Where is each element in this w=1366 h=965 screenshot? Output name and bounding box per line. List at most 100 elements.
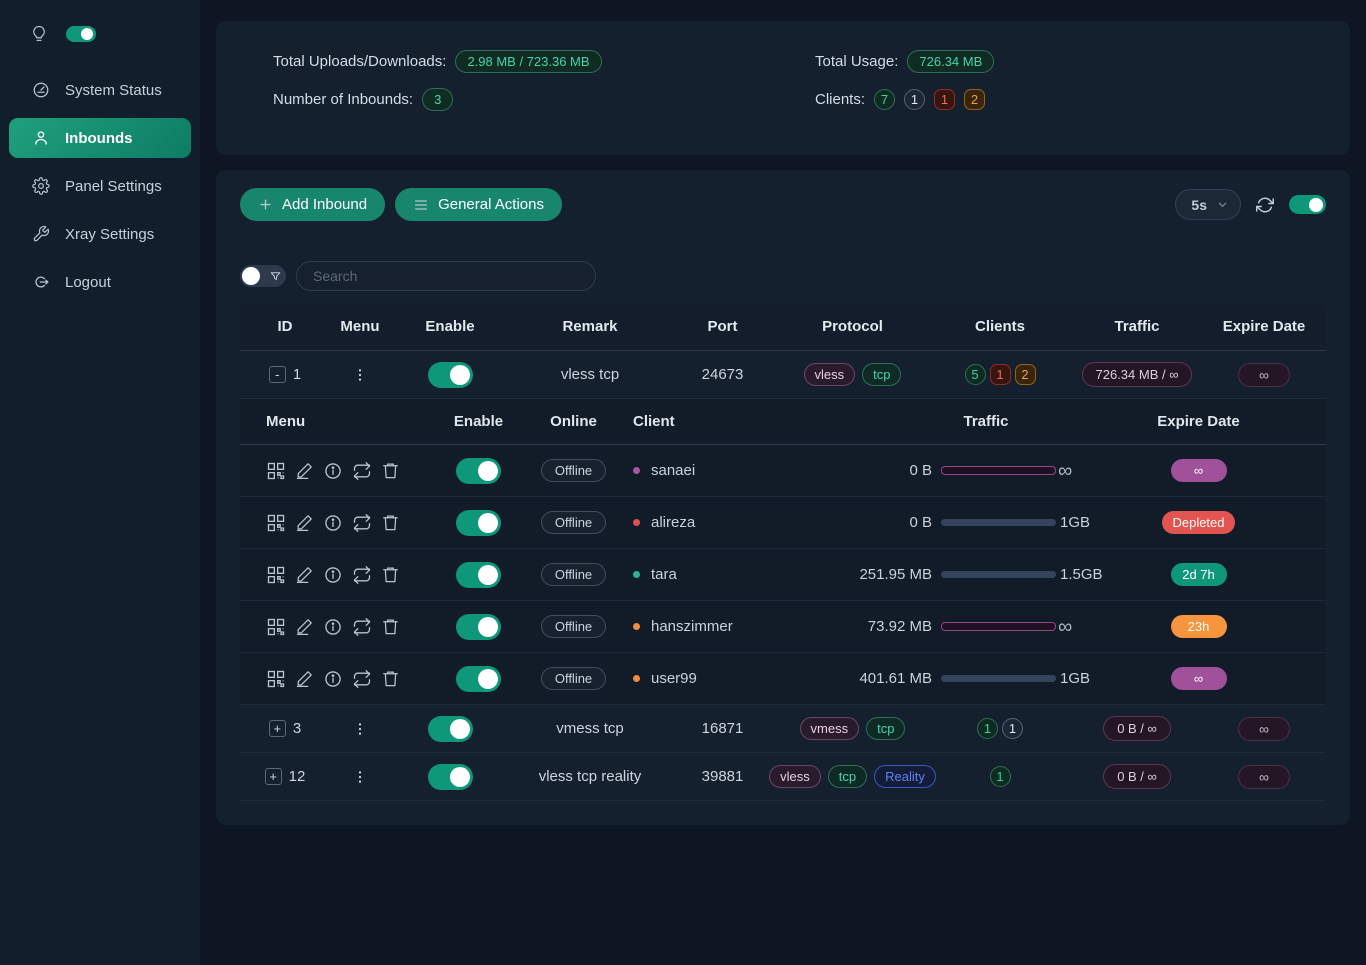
general-actions-label: General Actions bbox=[438, 196, 544, 213]
client-count-badge: 1 bbox=[904, 89, 925, 110]
inbound-remark: vless tcp bbox=[510, 366, 670, 383]
edit-icon[interactable] bbox=[295, 617, 314, 636]
auto-refresh-toggle[interactable] bbox=[1289, 195, 1326, 214]
inbounds-table: ID Menu Enable Remark Port Protocol Clie… bbox=[240, 303, 1326, 801]
expire-badge: ∞ bbox=[1238, 765, 1290, 789]
delete-icon[interactable] bbox=[381, 669, 400, 688]
client-count-badge: 1 bbox=[990, 364, 1011, 385]
col-header-port: Port bbox=[670, 318, 775, 335]
traffic-bar bbox=[941, 519, 1056, 526]
client-enable-toggle[interactable] bbox=[456, 458, 501, 484]
expand-button[interactable]: + bbox=[265, 768, 282, 785]
gauge-icon bbox=[32, 81, 50, 99]
info-icon[interactable] bbox=[323, 565, 343, 585]
info-icon[interactable] bbox=[323, 513, 343, 533]
edit-icon[interactable] bbox=[295, 565, 314, 584]
reset-traffic-icon[interactable] bbox=[352, 513, 372, 533]
subcol-expire: Expire Date bbox=[1151, 413, 1326, 430]
add-inbound-label: Add Inbound bbox=[282, 196, 367, 213]
traffic-limit: 1GB bbox=[1056, 670, 1090, 687]
stat-badge: 2.98 MB / 723.36 MB bbox=[455, 50, 601, 73]
client-enable-toggle[interactable] bbox=[456, 510, 501, 536]
reset-traffic-icon[interactable] bbox=[352, 461, 372, 481]
stat-inbounds: Number of Inbounds: 3 bbox=[273, 86, 815, 113]
reset-traffic-icon[interactable] bbox=[352, 617, 372, 637]
client-enable-toggle[interactable] bbox=[456, 666, 501, 692]
edit-icon[interactable] bbox=[295, 513, 314, 532]
general-actions-button[interactable]: General Actions bbox=[395, 188, 562, 221]
row-menu-button[interactable] bbox=[352, 769, 368, 785]
delete-icon[interactable] bbox=[381, 513, 400, 532]
sidebar-item-panel-settings[interactable]: Panel Settings bbox=[0, 162, 200, 210]
dark-mode-toggle[interactable] bbox=[66, 26, 96, 42]
row-menu-button[interactable] bbox=[352, 367, 368, 383]
qrcode-icon[interactable] bbox=[266, 565, 286, 585]
online-status-badge: Offline bbox=[541, 459, 606, 482]
client-name: tara bbox=[651, 566, 677, 583]
qrcode-icon[interactable] bbox=[266, 513, 286, 533]
info-icon[interactable] bbox=[323, 669, 343, 689]
table-header: ID Menu Enable Remark Port Protocol Clie… bbox=[240, 303, 1326, 351]
filter-toggle[interactable] bbox=[240, 265, 286, 287]
qrcode-icon[interactable] bbox=[266, 669, 286, 689]
delete-icon[interactable] bbox=[381, 565, 400, 584]
client-enable-toggle[interactable] bbox=[456, 562, 501, 588]
delete-icon[interactable] bbox=[381, 617, 400, 636]
app: System Status Inbounds Panel Settings Xr… bbox=[0, 0, 1366, 965]
client-dot bbox=[633, 571, 640, 578]
info-icon[interactable] bbox=[323, 617, 343, 637]
client-count-badge: 1 bbox=[1002, 718, 1023, 739]
qrcode-icon[interactable] bbox=[266, 617, 286, 637]
row-menu-button[interactable] bbox=[352, 721, 368, 737]
inbound-port: 16871 bbox=[670, 720, 775, 737]
client-expire-badge: ∞ bbox=[1171, 667, 1227, 690]
inbound-enable-toggle[interactable] bbox=[428, 764, 473, 790]
search-row bbox=[240, 261, 1326, 291]
collapse-button[interactable]: - bbox=[269, 366, 286, 383]
protocol-badge: tcp bbox=[828, 765, 867, 788]
traffic-badge: 726.34 MB / ∞ bbox=[1082, 362, 1193, 387]
reset-traffic-icon[interactable] bbox=[352, 669, 372, 689]
reset-traffic-icon[interactable] bbox=[352, 565, 372, 585]
col-header-menu: Menu bbox=[330, 318, 390, 335]
inbound-row-12: + 12 vless tcp reality 39881 vless tcp R… bbox=[240, 753, 1326, 801]
delete-icon[interactable] bbox=[381, 461, 400, 480]
info-icon[interactable] bbox=[323, 461, 343, 481]
refresh-interval-value: 5s bbox=[1191, 197, 1207, 213]
traffic-limit: 1.5GB bbox=[1056, 566, 1103, 583]
client-name: alireza bbox=[651, 514, 695, 531]
inbound-enable-toggle[interactable] bbox=[428, 362, 473, 388]
inbound-port: 24673 bbox=[670, 366, 775, 383]
col-header-protocol: Protocol bbox=[775, 318, 930, 335]
col-header-traffic: Traffic bbox=[1070, 318, 1204, 335]
expand-button[interactable]: + bbox=[269, 720, 286, 737]
qrcode-icon[interactable] bbox=[266, 461, 286, 481]
edit-icon[interactable] bbox=[295, 669, 314, 688]
toolbar-right: 5s bbox=[1175, 189, 1326, 220]
sidebar-item-xray-settings[interactable]: Xray Settings bbox=[0, 210, 200, 258]
stat-badge: 3 bbox=[422, 88, 453, 111]
search-input[interactable] bbox=[296, 261, 596, 291]
stat-clients: Clients: 7 1 1 2 bbox=[815, 86, 994, 113]
online-status-badge: Offline bbox=[541, 511, 606, 534]
sidebar-item-label: Xray Settings bbox=[65, 226, 154, 243]
sidebar-item-system-status[interactable]: System Status bbox=[0, 66, 200, 114]
menu-lines-icon bbox=[413, 197, 429, 213]
client-enable-toggle[interactable] bbox=[456, 614, 501, 640]
inbound-row-1: - 1 vless tcp 24673 vless tcp 5 1 2 bbox=[240, 351, 1326, 399]
protocol-badge: vless bbox=[804, 363, 856, 386]
refresh-icon[interactable] bbox=[1256, 196, 1274, 214]
add-inbound-button[interactable]: Add Inbound bbox=[240, 188, 385, 221]
inbound-enable-toggle[interactable] bbox=[428, 716, 473, 742]
stat-uploads: Total Uploads/Downloads: 2.98 MB / 723.3… bbox=[273, 48, 815, 75]
edit-icon[interactable] bbox=[295, 461, 314, 480]
sidebar-item-inbounds[interactable]: Inbounds bbox=[9, 118, 191, 158]
client-row-tara: Offline tara 251.95 MB 1.5GB 2d 7h bbox=[240, 549, 1326, 601]
sidebar-item-logout[interactable]: Logout bbox=[0, 258, 200, 306]
client-count-badge: 2 bbox=[964, 89, 985, 110]
client-row-user99: Offline user99 401.61 MB 1GB ∞ bbox=[240, 653, 1326, 705]
expire-badge: ∞ bbox=[1238, 363, 1290, 387]
refresh-interval-select[interactable]: 5s bbox=[1175, 189, 1241, 220]
client-dot bbox=[633, 467, 640, 474]
online-status-badge: Offline bbox=[541, 615, 606, 638]
